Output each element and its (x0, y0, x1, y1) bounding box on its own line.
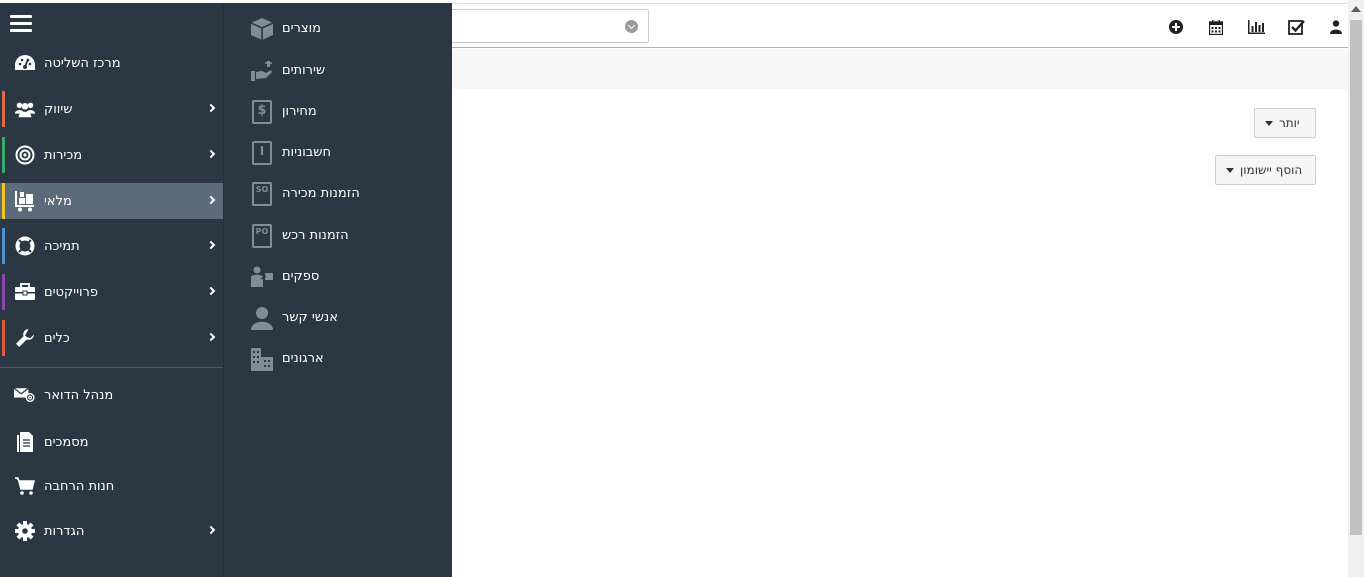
hand-service-icon (249, 58, 275, 84)
add-icon[interactable] (1156, 16, 1196, 38)
target-icon (14, 144, 36, 166)
add-widget-label: הוסף יישומון (1240, 163, 1303, 177)
submenu-item-vendors[interactable]: ספקים (224, 259, 453, 295)
sidebar-divider (0, 367, 223, 368)
sidebar-item-sales[interactable]: מכירות (0, 137, 223, 173)
submenu-item-label: ספקים (282, 269, 320, 284)
chevron-right-icon (206, 240, 216, 250)
chevron-down-icon[interactable] (625, 20, 638, 33)
main-sidebar: מרכז השליטה שיווק מכירות מלאי תמיכה פרוי… (0, 3, 223, 577)
briefcase-icon (14, 281, 36, 303)
chevron-right-icon (206, 332, 216, 342)
submenu-item-purchase-orders[interactable]: PO הזמנות רכש (224, 218, 453, 254)
organization-icon (249, 346, 275, 372)
price-list-icon: $ (249, 99, 275, 125)
chevron-right-icon (206, 525, 216, 535)
submenu-item-label: מחירון (282, 104, 317, 119)
header-icons (1156, 16, 1356, 38)
sidebar-item-label: מסמכים (44, 434, 89, 450)
sidebar-item-marketing[interactable]: שיווק (0, 91, 223, 127)
sidebar-item-label: מכירות (44, 147, 83, 163)
sidebar-item-support[interactable]: תמיכה (0, 228, 223, 264)
submenu-item-sales-orders[interactable]: SO הזמנות מכירה (224, 176, 453, 212)
sidebar-item-dashboard[interactable]: מרכז השליטה (0, 45, 223, 81)
sidebar-item-label: מלאי (44, 193, 72, 209)
chevron-right-icon (206, 103, 216, 113)
submenu-item-label: הזמנות מכירה (282, 186, 360, 201)
global-search-select[interactable] (420, 9, 649, 43)
page-scrollbar[interactable] (1348, 0, 1364, 577)
sidebar-item-label: מרכז השליטה (44, 55, 121, 71)
sidebar-item-label: הגדרות (44, 523, 85, 539)
submenu-item-label: אנשי קשר (282, 310, 338, 325)
add-widget-button[interactable]: הוסף יישומון (1215, 155, 1316, 185)
sidebar-item-label: כלים (44, 330, 70, 346)
sidebar-item-inventory[interactable]: מלאי (0, 183, 223, 219)
sidebar-item-label: תמיכה (44, 238, 80, 254)
contact-icon (249, 305, 275, 331)
mail-at-icon (14, 384, 36, 406)
sidebar-item-label: שיווק (44, 101, 73, 117)
submenu-item-label: הזמנות רכש (282, 228, 349, 243)
dashboard-icon (14, 52, 36, 74)
sales-order-icon: SO (249, 181, 275, 207)
chevron-right-icon (206, 286, 216, 296)
submenu-item-label: מוצרים (282, 21, 321, 36)
sidebar-item-extension-store[interactable]: חנות הרחבה (0, 468, 223, 504)
hamburger-menu-icon[interactable] (10, 15, 32, 33)
checkbox-icon[interactable] (1276, 16, 1316, 38)
gear-icon (14, 520, 36, 542)
chevron-right-icon (206, 149, 216, 159)
submenu-item-contacts[interactable]: אנשי קשר (224, 300, 453, 336)
cart-icon (14, 475, 36, 497)
submenu-item-invoices[interactable]: I חשבוניות (224, 135, 453, 171)
sidebar-item-projects[interactable]: פרוייקטים (0, 274, 223, 310)
sidebar-item-settings[interactable]: הגדרות (0, 513, 223, 549)
lifebuoy-icon (14, 235, 36, 257)
calendar-icon[interactable] (1196, 16, 1236, 38)
sidebar-item-label: חנות הרחבה (44, 478, 115, 494)
purchase-order-icon: PO (249, 223, 275, 249)
wrench-icon (14, 327, 36, 349)
submenu-item-label: שירותים (282, 63, 326, 78)
submenu-item-services[interactable]: שירותים (224, 53, 453, 89)
more-label: יותר (1279, 116, 1300, 130)
scrollbar-thumb[interactable] (1350, 20, 1362, 535)
submenu-item-label: חשבוניות (282, 145, 331, 160)
more-button[interactable]: יותר (1254, 108, 1316, 138)
scroll-up-icon[interactable] (1351, 6, 1361, 12)
chevron-right-icon (206, 195, 216, 205)
caret-down-icon (1265, 120, 1273, 126)
sidebar-item-mail-manager[interactable]: מנהל הדואר (0, 377, 223, 413)
inventory-cart-icon (14, 190, 36, 212)
sidebar-item-label: פרוייקטים (44, 284, 98, 300)
submenu-item-organizations[interactable]: ארגונים (224, 341, 453, 377)
documents-icon (14, 431, 36, 453)
users-icon (14, 98, 36, 120)
sidebar-item-label: מנהל הדואר (44, 387, 114, 403)
submenu-item-label: ארגונים (282, 351, 324, 366)
inventory-submenu: מוצרים שירותים $ מחירון I חשבוניות SO הז… (223, 3, 452, 577)
submenu-item-products[interactable]: מוצרים (224, 11, 453, 47)
submenu-item-price-list[interactable]: $ מחירון (224, 94, 453, 130)
vendor-icon (249, 264, 275, 290)
invoice-icon: I (249, 140, 275, 166)
sidebar-item-tools[interactable]: כלים (0, 320, 223, 356)
box-icon (249, 16, 275, 42)
chart-icon[interactable] (1236, 16, 1276, 38)
caret-down-icon (1226, 167, 1234, 173)
sidebar-item-documents[interactable]: מסמכים (0, 424, 223, 460)
